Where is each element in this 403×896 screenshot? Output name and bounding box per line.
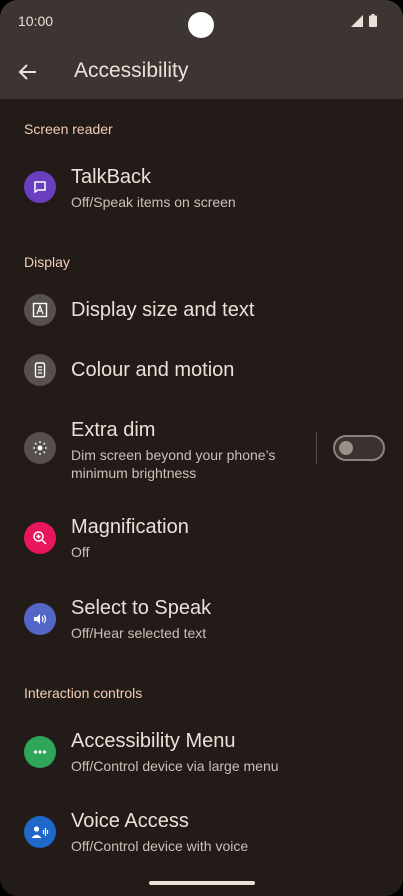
- back-button[interactable]: [14, 58, 42, 86]
- phone-colour-icon: [24, 354, 56, 386]
- text-format-icon: [24, 294, 56, 326]
- colour-motion-title: Colour and motion: [71, 359, 235, 381]
- status-time: 10:00: [18, 13, 54, 29]
- setting-accessibility-menu[interactable]: Accessibility Menu Off/Control device vi…: [0, 724, 403, 784]
- select-to-speak-subtitle: Off/Hear selected text: [71, 625, 207, 641]
- setting-extra-dim[interactable]: Extra dim Dim screen beyond your phone’s…: [0, 410, 403, 484]
- top-bar: 10:00 Accessibility: [0, 0, 403, 99]
- select-to-speak-title: Select to Speak: [71, 597, 212, 619]
- section-header-screen-reader: Screen reader: [24, 121, 113, 137]
- back-arrow-icon: [18, 64, 36, 80]
- status-bar: 10:00: [0, 0, 403, 44]
- status-icons: [351, 14, 377, 27]
- battery-icon: [369, 14, 377, 27]
- talkback-icon: [24, 171, 56, 203]
- voice-access-subtitle: Off/Control device with voice: [71, 838, 249, 854]
- section-header-display: Display: [24, 254, 70, 270]
- extra-dim-toggle[interactable]: [333, 435, 385, 461]
- setting-colour-motion[interactable]: Colour and motion: [0, 350, 403, 390]
- extra-dim-title: Extra dim: [71, 419, 156, 441]
- setting-magnification[interactable]: Magnification Off: [0, 510, 403, 570]
- toggle-knob: [339, 441, 353, 455]
- setting-talkback[interactable]: TalkBack Off/Speak items on screen: [0, 160, 403, 220]
- page-title: Accessibility: [74, 59, 189, 82]
- section-header-interaction: Interaction controls: [24, 685, 143, 701]
- setting-select-to-speak[interactable]: Select to Speak Off/Hear selected text: [0, 591, 403, 651]
- speaker-icon: [24, 603, 56, 635]
- talkback-subtitle: Off/Speak items on screen: [71, 194, 236, 210]
- accessibility-menu-subtitle: Off/Control device via large menu: [71, 758, 279, 774]
- brightness-icon: [24, 432, 56, 464]
- setting-voice-access[interactable]: Voice Access Off/Control device with voi…: [0, 804, 403, 864]
- home-indicator[interactable]: [149, 881, 255, 885]
- signal-icon: [351, 14, 363, 27]
- talkback-title: TalkBack: [71, 166, 152, 188]
- extra-dim-subtitle: Dim screen beyond your phone’s minimum b…: [71, 447, 276, 481]
- accessibility-menu-title: Accessibility Menu: [71, 730, 236, 752]
- voice-person-icon: [24, 816, 56, 848]
- voice-access-title: Voice Access: [71, 810, 189, 832]
- magnification-subtitle: Off: [71, 544, 90, 560]
- app-bar: Accessibility: [0, 44, 403, 99]
- toggle-divider: [316, 432, 317, 464]
- phone-screen: 10:00 Accessibility Screen reader TalkBa…: [0, 0, 403, 896]
- setting-display-size[interactable]: Display size and text: [0, 290, 403, 330]
- more-dots-icon: [24, 736, 56, 768]
- zoom-in-icon: [24, 522, 56, 554]
- display-size-title: Display size and text: [71, 299, 255, 321]
- magnification-title: Magnification: [71, 516, 189, 538]
- front-camera-icon: [188, 12, 214, 38]
